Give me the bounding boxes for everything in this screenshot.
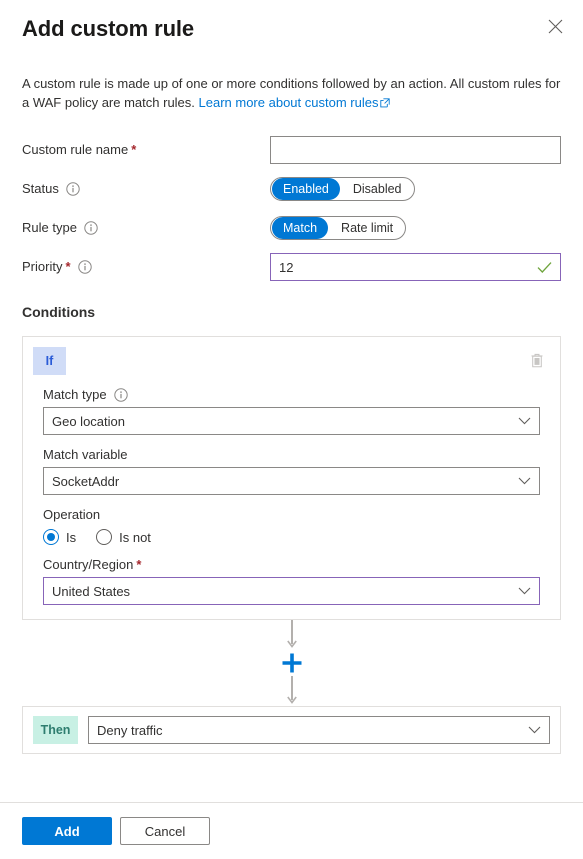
country-region-select[interactable]: United States bbox=[43, 577, 540, 605]
plus-icon bbox=[281, 652, 303, 674]
rule-name-label-text: Custom rule name bbox=[22, 142, 128, 158]
rule-type-label-text: Rule type bbox=[22, 220, 77, 236]
add-button[interactable]: Add bbox=[22, 817, 112, 845]
trash-icon bbox=[530, 352, 544, 369]
country-region-value: United States bbox=[52, 584, 130, 599]
match-type-select[interactable]: Geo location bbox=[43, 407, 540, 435]
field-row-status: Status Enabled Disabled bbox=[22, 174, 561, 204]
status-label-text: Status bbox=[22, 181, 59, 197]
status-label: Status bbox=[22, 181, 270, 197]
condition-card-header: If bbox=[33, 347, 550, 375]
status-toggle[interactable]: Enabled Disabled bbox=[270, 177, 415, 201]
chevron-down-icon bbox=[518, 417, 531, 425]
close-icon[interactable] bbox=[539, 10, 571, 42]
dialog-description: A custom rule is made up of one or more … bbox=[22, 74, 570, 113]
match-variable-label: Match variable bbox=[43, 447, 540, 463]
status-option-disabled[interactable]: Disabled bbox=[342, 178, 413, 200]
dialog-header: Add custom rule bbox=[0, 0, 583, 44]
info-icon[interactable] bbox=[78, 260, 92, 274]
operation-label-text: Operation bbox=[43, 507, 100, 523]
field-block-match-type: Match type Geo location bbox=[33, 387, 550, 435]
country-region-label: Country/Region * bbox=[43, 557, 540, 573]
match-variable-select[interactable]: SocketAddr bbox=[43, 467, 540, 495]
priority-label: Priority * bbox=[22, 259, 270, 275]
rule-name-label: Custom rule name * bbox=[22, 142, 270, 158]
priority-label-text: Priority bbox=[22, 259, 62, 275]
operation-radio-is-not-label: Is not bbox=[119, 530, 151, 545]
match-type-label: Match type bbox=[43, 387, 540, 403]
match-type-label-text: Match type bbox=[43, 387, 107, 403]
operation-radio-is-label: Is bbox=[66, 530, 76, 545]
radio-icon-selected bbox=[43, 529, 59, 545]
field-row-rule-type: Rule type Match Rate limit bbox=[22, 213, 561, 243]
required-asterisk: * bbox=[131, 142, 136, 158]
chevron-down-icon bbox=[518, 477, 531, 485]
add-condition-button[interactable] bbox=[279, 650, 305, 676]
field-row-priority: Priority * bbox=[22, 252, 561, 282]
then-badge[interactable]: Then bbox=[33, 716, 78, 744]
rule-type-toggle[interactable]: Match Rate limit bbox=[270, 216, 406, 240]
info-icon[interactable] bbox=[114, 388, 128, 402]
operation-radio-is-not[interactable]: Is not bbox=[96, 529, 151, 545]
radio-icon-unselected bbox=[96, 529, 112, 545]
close-glyph bbox=[548, 19, 563, 34]
field-block-match-variable: Match variable SocketAddr bbox=[33, 447, 550, 495]
rule-type-label: Rule type bbox=[22, 220, 270, 236]
operation-label: Operation bbox=[43, 507, 540, 523]
rule-form: Custom rule name * Status Enabled Disabl… bbox=[0, 135, 583, 282]
chevron-down-icon bbox=[528, 726, 541, 734]
field-row-rule-name: Custom rule name * bbox=[22, 135, 561, 165]
condition-card: If Match type Geo location Matc bbox=[22, 336, 561, 620]
info-icon[interactable] bbox=[84, 221, 98, 235]
dialog-footer: Add Cancel bbox=[0, 802, 583, 859]
rule-name-input[interactable] bbox=[270, 136, 561, 164]
match-variable-value: SocketAddr bbox=[52, 474, 119, 489]
learn-more-link[interactable]: Learn more about custom rules bbox=[199, 95, 379, 110]
if-badge[interactable]: If bbox=[33, 347, 66, 375]
condition-connector bbox=[0, 620, 583, 706]
rule-type-option-match[interactable]: Match bbox=[272, 217, 328, 239]
rule-type-option-rate-limit[interactable]: Rate limit bbox=[330, 217, 404, 239]
chevron-down-icon bbox=[518, 587, 531, 595]
field-block-country-region: Country/Region * United States bbox=[33, 557, 550, 605]
status-option-enabled[interactable]: Enabled bbox=[272, 178, 340, 200]
action-select[interactable]: Deny traffic bbox=[88, 716, 550, 744]
priority-field-wrapper[interactable] bbox=[270, 253, 561, 281]
cancel-button[interactable]: Cancel bbox=[120, 817, 210, 845]
action-value: Deny traffic bbox=[97, 723, 163, 738]
operation-radio-is[interactable]: Is bbox=[43, 529, 76, 545]
country-region-label-text: Country/Region bbox=[43, 557, 133, 573]
page-title: Add custom rule bbox=[22, 14, 561, 44]
arrow-down-icon bbox=[285, 676, 299, 706]
info-icon[interactable] bbox=[66, 182, 80, 196]
delete-condition-button[interactable] bbox=[524, 347, 550, 373]
arrow-down-icon bbox=[285, 620, 299, 650]
field-block-operation: Operation Is Is not bbox=[33, 507, 550, 545]
match-variable-label-text: Match variable bbox=[43, 447, 128, 463]
required-asterisk: * bbox=[65, 259, 70, 275]
priority-input[interactable] bbox=[279, 260, 533, 275]
conditions-section-title: Conditions bbox=[22, 304, 561, 320]
action-card: Then Deny traffic bbox=[22, 706, 561, 754]
validation-check-icon bbox=[537, 261, 552, 274]
required-asterisk: * bbox=[136, 557, 141, 573]
match-type-value: Geo location bbox=[52, 414, 125, 429]
external-link-icon bbox=[380, 94, 390, 113]
operation-radio-group: Is Is not bbox=[43, 529, 540, 545]
